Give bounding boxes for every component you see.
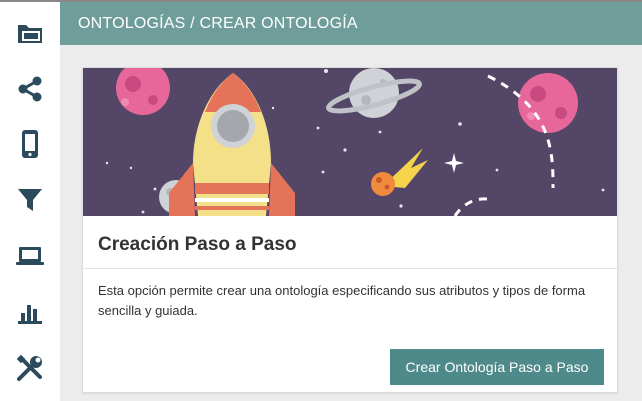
sidebar-item-tools[interactable]: [0, 340, 60, 396]
breadcrumb: ONTOLOGÍAS / CREAR ONTOLOGÍA: [78, 14, 358, 32]
share-network-icon: [18, 76, 42, 102]
card-divider: [83, 268, 617, 269]
page-header: ONTOLOGÍAS / CREAR ONTOLOGÍA: [60, 0, 642, 45]
sidebar-item-share[interactable]: [0, 61, 60, 117]
laptop-icon: [16, 247, 44, 265]
sidebar-item-filter[interactable]: [0, 172, 60, 228]
mobile-phone-icon: [22, 130, 38, 158]
folder-icon: [18, 25, 42, 43]
create-ontology-step-by-step-button[interactable]: Crear Ontología Paso a Paso: [390, 349, 604, 385]
step-by-step-card: Creación Paso a Paso Esta opción permite…: [82, 67, 618, 393]
card-title: Creación Paso a Paso: [98, 234, 297, 255]
tools-icon: [16, 354, 42, 381]
filter-icon: [18, 189, 42, 211]
sidebar-item-analytics[interactable]: [0, 284, 60, 340]
sidebar-item-ontologies[interactable]: [0, 5, 60, 61]
card-description: Esta opción permite crear una ontología …: [98, 283, 586, 318]
rocket-illustration: [83, 68, 617, 216]
sidebar-item-dashboards[interactable]: [0, 228, 60, 284]
bar-chart-icon: [18, 305, 42, 324]
sidebar: [0, 0, 60, 401]
sidebar-item-mobile[interactable]: [0, 116, 60, 172]
